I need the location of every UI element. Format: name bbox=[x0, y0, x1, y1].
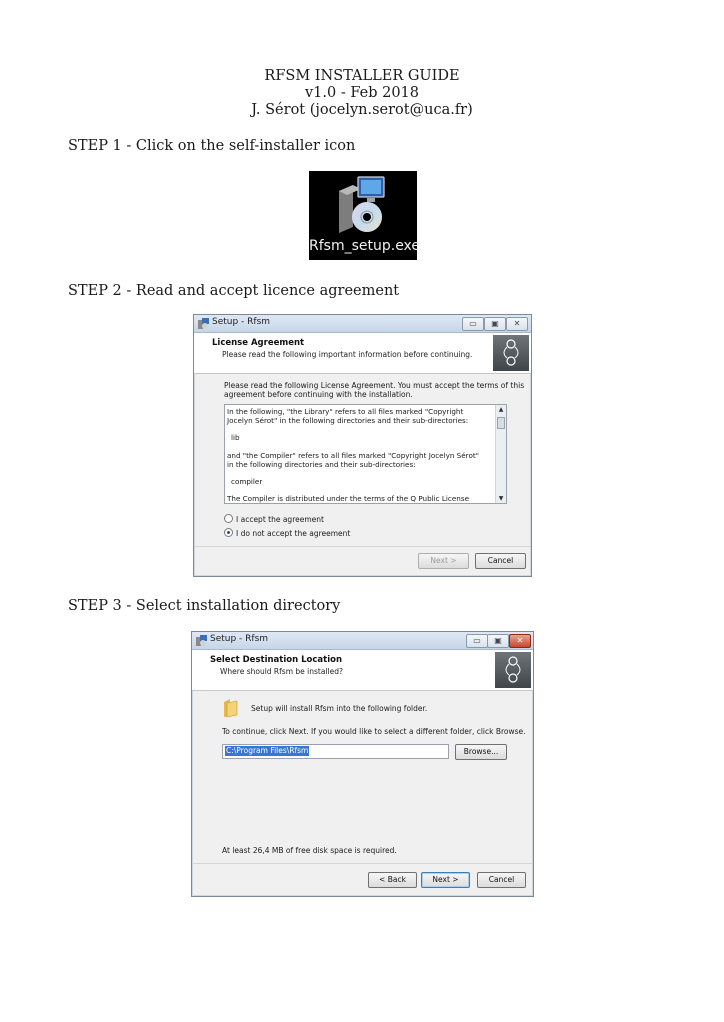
accept-radio[interactable] bbox=[224, 514, 233, 523]
window-title: Setup - Rfsm bbox=[210, 634, 269, 644]
next-button[interactable]: Next > bbox=[418, 553, 469, 569]
licence-line: and "the Compiler" refers to all files m… bbox=[227, 451, 479, 460]
document-title: RFSM INSTALLER GUIDE bbox=[264, 68, 460, 84]
licence-line: In the following, "the Library" refers t… bbox=[227, 407, 464, 416]
licence-scrollbar[interactable]: ▲ ▼ bbox=[495, 405, 506, 503]
step-3-heading: STEP 3 - Select installation directory bbox=[68, 598, 341, 614]
setup-app-icon bbox=[198, 318, 209, 329]
licence-dialog-window: Setup - Rfsm ▭ ▣ ✕ License Agreement Ple… bbox=[193, 314, 532, 577]
wizard-logo bbox=[495, 652, 531, 688]
minimize-button[interactable]: ▭ bbox=[466, 634, 488, 648]
setup-disc-icon bbox=[339, 176, 385, 233]
wizard-logo bbox=[493, 335, 529, 371]
scroll-up-icon[interactable]: ▲ bbox=[496, 406, 506, 413]
directory-dialog-window: Setup - Rfsm ▭ ▣ ✕ Select Destination Lo… bbox=[191, 631, 534, 897]
maximize-button[interactable]: ▣ bbox=[487, 634, 509, 648]
footer-divider bbox=[192, 863, 533, 864]
document-author: J. Sérot (jocelyn.serot@uca.fr) bbox=[251, 102, 473, 118]
window-title: Setup - Rfsm bbox=[212, 317, 271, 327]
setup-app-icon bbox=[196, 635, 207, 646]
fsm-logo-icon bbox=[503, 339, 519, 366]
wizard-header: Select Destination Location Where should… bbox=[192, 650, 533, 691]
licence-line: The Compiler is distributed under the te… bbox=[227, 494, 469, 503]
minimize-button[interactable]: ▭ bbox=[462, 317, 484, 331]
wizard-header-subtitle: Where should Rfsm be installed? bbox=[220, 667, 343, 676]
install-directory-value: C:\Program Files\Rfsm bbox=[225, 746, 310, 756]
licence-dialog-titlebar[interactable]: Setup - Rfsm ▭ ▣ ✕ bbox=[194, 315, 531, 333]
disk-space-text: At least 26,4 MB of free disk space is r… bbox=[222, 846, 397, 855]
folder-icon bbox=[224, 699, 238, 718]
accept-label: I accept the agreement bbox=[236, 515, 324, 524]
wizard-header-subtitle: Please read the following important info… bbox=[222, 350, 473, 359]
browse-button[interactable]: Browse... bbox=[455, 744, 507, 760]
accept-agreement-option[interactable]: I accept the agreement bbox=[224, 514, 324, 524]
document-version: v1.0 - Feb 2018 bbox=[304, 85, 419, 101]
scroll-thumb[interactable] bbox=[497, 417, 505, 429]
scroll-down-icon[interactable]: ▼ bbox=[496, 495, 506, 502]
decline-agreement-option[interactable]: I do not accept the agreement bbox=[224, 528, 350, 538]
licence-text-box[interactable]: In the following, "the Library" refers t… bbox=[224, 404, 507, 504]
install-info-text: Setup will install Rfsm into the followi… bbox=[251, 704, 428, 713]
directory-dialog-titlebar[interactable]: Setup - Rfsm ▭ ▣ ✕ bbox=[192, 632, 533, 650]
licence-line: Jocelyn Sérot" in the following director… bbox=[227, 416, 469, 425]
cancel-button[interactable]: Cancel bbox=[477, 872, 526, 888]
next-button[interactable]: Next > bbox=[421, 872, 470, 888]
wizard-header: License Agreement Please read the follow… bbox=[194, 333, 531, 374]
installer-icon-label: Rfsm_setup.exe bbox=[309, 238, 421, 254]
maximize-button[interactable]: ▣ bbox=[484, 317, 506, 331]
step-2-heading: STEP 2 - Read and accept licence agreeme… bbox=[68, 283, 400, 299]
decline-radio[interactable] bbox=[224, 528, 233, 537]
back-button[interactable]: < Back bbox=[368, 872, 417, 888]
cancel-button[interactable]: Cancel bbox=[475, 553, 526, 569]
installer-icon[interactable]: Rfsm_setup.exe bbox=[309, 171, 421, 260]
licence-intro-line-2: agreement before continuing with the ins… bbox=[224, 390, 413, 399]
close-button[interactable]: ✕ bbox=[509, 634, 531, 648]
install-instruction-text: To continue, click Next. If you would li… bbox=[222, 727, 526, 736]
document-header: RFSM INSTALLER GUIDE v1.0 - Feb 2018 J. … bbox=[0, 68, 724, 119]
licence-line: compiler bbox=[231, 477, 263, 486]
licence-line: in the following directories and their s… bbox=[227, 460, 416, 469]
fsm-logo-icon bbox=[505, 656, 521, 683]
licence-line: lib bbox=[231, 433, 240, 442]
decline-label: I do not accept the agreement bbox=[236, 529, 351, 538]
step-1-heading: STEP 1 - Click on the self-installer ico… bbox=[68, 138, 356, 154]
install-directory-input[interactable]: C:\Program Files\Rfsm bbox=[222, 744, 449, 759]
close-button[interactable]: ✕ bbox=[506, 317, 528, 331]
wizard-header-title: Select Destination Location bbox=[210, 655, 342, 665]
footer-divider bbox=[194, 546, 531, 547]
wizard-header-title: License Agreement bbox=[212, 338, 305, 348]
